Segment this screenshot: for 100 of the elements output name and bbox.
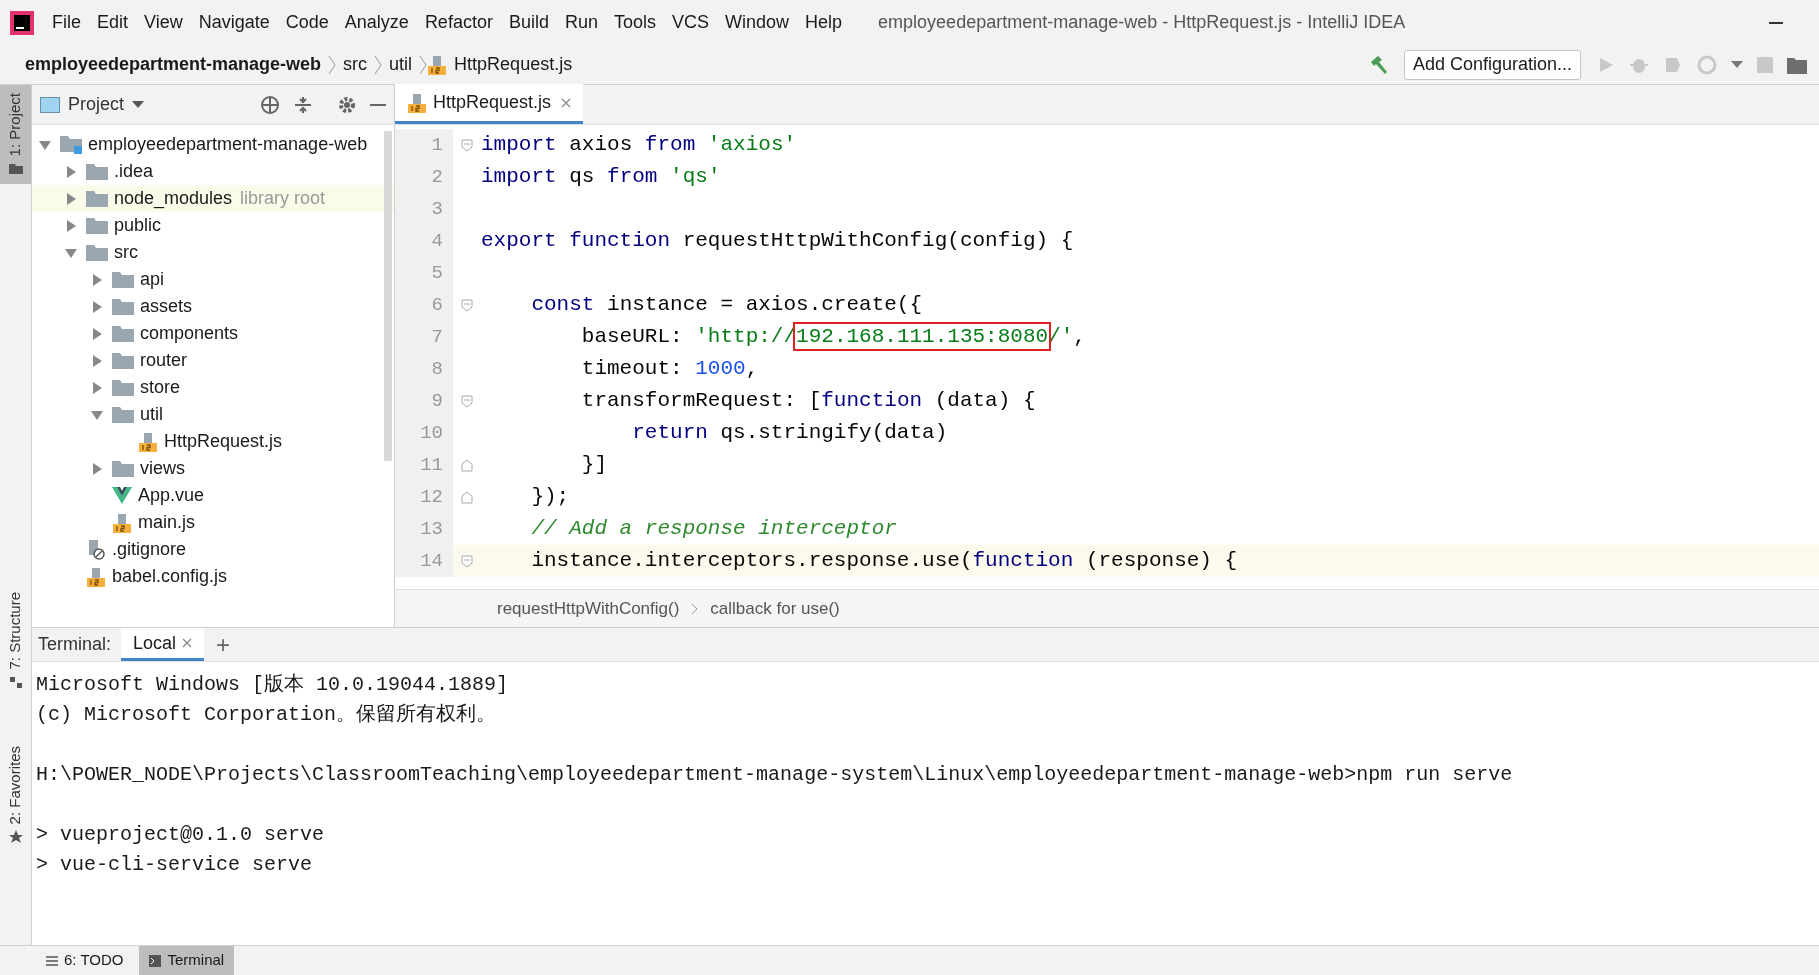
caret-icon[interactable] xyxy=(132,100,145,109)
code-row-text: import axios from 'axios' xyxy=(481,132,798,159)
crosshair-icon[interactable] xyxy=(260,94,280,115)
tree-item[interactable]: src xyxy=(114,239,138,266)
settings-icon[interactable] xyxy=(338,95,356,114)
menu-item[interactable]: VCS xyxy=(664,9,717,36)
menu-item[interactable]: Run xyxy=(556,9,606,36)
collapsed-arrow-icon[interactable] xyxy=(90,380,104,395)
collapsed-arrow-icon[interactable] xyxy=(90,326,104,341)
terminal-line: (c) Microsoft Corporation。保留所有权利。 xyxy=(36,702,498,728)
fold-end-icon[interactable] xyxy=(461,490,473,504)
add-configuration-button[interactable]: Add Configuration... xyxy=(1403,49,1581,80)
collapsed-arrow-icon[interactable] xyxy=(64,191,78,206)
line-number: 13 xyxy=(395,513,453,545)
line-number: 3 xyxy=(395,193,453,225)
line-number: 14 xyxy=(395,545,453,577)
minimize-icon[interactable] xyxy=(370,103,386,106)
folder-icon xyxy=(8,162,23,177)
highlight-box: 192.168.111.135:8080 xyxy=(796,325,1049,349)
fold-icon[interactable] xyxy=(461,298,473,312)
collapse-icon[interactable] xyxy=(294,95,312,114)
panel-title[interactable]: Project xyxy=(68,91,125,118)
editor-tab[interactable]: HttpRequest.js xyxy=(395,84,584,124)
code-row-text: transformRequest: [function (data) { xyxy=(580,388,1037,415)
breadcrumb[interactable]: util xyxy=(382,51,420,78)
folder-icon xyxy=(86,216,108,235)
menu-item[interactable]: Build xyxy=(500,9,557,36)
tree-item[interactable]: HttpRequest.js xyxy=(164,428,283,455)
collapsed-arrow-icon[interactable] xyxy=(90,272,104,287)
breadcrumb[interactable]: src xyxy=(336,51,375,78)
tree-item[interactable]: components xyxy=(140,320,239,347)
side-tab[interactable]: 2: Favorites xyxy=(0,737,31,853)
folder-icon xyxy=(112,405,134,424)
tree-item[interactable]: store xyxy=(140,374,181,401)
tree-item[interactable]: router xyxy=(140,347,188,374)
folder-icon xyxy=(112,270,134,289)
menu-item[interactable]: Navigate xyxy=(190,9,278,36)
code-row-text: }); xyxy=(530,484,571,511)
chevron-icon xyxy=(691,602,699,615)
menu-item[interactable]: Code xyxy=(277,9,337,36)
tree-item[interactable]: views xyxy=(140,455,185,482)
tree-item[interactable]: .gitignore xyxy=(112,536,187,563)
tree-item[interactable]: node_modules xyxy=(114,185,233,212)
collapsed-arrow-icon[interactable] xyxy=(90,461,104,476)
module-folder-icon xyxy=(60,135,82,154)
close-icon[interactable] xyxy=(182,638,193,648)
side-tab[interactable]: 7: Structure xyxy=(0,584,31,698)
collapsed-arrow-icon[interactable] xyxy=(90,299,104,314)
tree-item[interactable]: .idea xyxy=(114,158,154,185)
tree-item[interactable]: App.vue xyxy=(138,482,205,509)
fold-icon[interactable] xyxy=(461,394,473,408)
menu-item[interactable]: Window xyxy=(717,9,798,36)
code-row-text: import qs from 'qs' xyxy=(481,164,722,191)
add-tab-button[interactable]: + xyxy=(216,632,231,657)
folder-icon[interactable] xyxy=(1787,55,1807,74)
breadcrumb[interactable]: HttpRequest.js xyxy=(447,51,580,78)
code-row-text: export function requestHttpWithConfig(config) { xyxy=(481,228,1075,255)
folder-icon xyxy=(112,378,134,397)
collapsed-arrow-icon[interactable] xyxy=(90,353,104,368)
menu-item[interactable]: Help xyxy=(797,9,851,36)
tool-window-tab[interactable]: 6: TODO xyxy=(36,946,134,975)
folder-icon xyxy=(86,243,108,262)
code-row-text: // Add a response interceptor xyxy=(530,516,898,543)
side-tab[interactable]: 1: Project xyxy=(0,85,31,185)
fold-icon[interactable] xyxy=(461,554,473,568)
vue-file-icon xyxy=(112,486,132,505)
tree-item-note: library root xyxy=(240,187,326,210)
tool-window-tab[interactable]: Terminal xyxy=(139,946,235,975)
tree-item[interactable]: public xyxy=(114,212,162,239)
fold-end-icon[interactable] xyxy=(461,458,473,472)
menu-item[interactable]: View xyxy=(136,9,191,36)
menu-item[interactable]: Tools xyxy=(605,9,664,36)
tree-item[interactable]: util xyxy=(140,401,163,428)
line-number: 5 xyxy=(395,257,453,289)
fold-icon[interactable] xyxy=(461,138,473,152)
code-row-text: }] xyxy=(580,452,609,479)
tree-item[interactable]: api xyxy=(140,266,165,293)
scrollbar[interactable] xyxy=(384,131,392,461)
collapsed-arrow-icon[interactable] xyxy=(64,164,78,179)
terminal-label: Terminal: xyxy=(38,633,112,656)
code-row: instance.interceptors.response.use(function (response) { xyxy=(481,545,1819,577)
breadcrumb[interactable]: callback for use() xyxy=(698,595,852,622)
breadcrumb[interactable]: requestHttpWithConfig() xyxy=(485,595,692,622)
tree-item[interactable]: assets xyxy=(140,293,193,320)
menu-item[interactable]: File xyxy=(44,9,89,36)
breadcrumb[interactable]: employeedepartment-manage-web xyxy=(18,51,329,78)
line-number: 6 xyxy=(395,289,453,321)
tree-item[interactable]: babel.config.js xyxy=(112,563,228,590)
minimize-icon[interactable] xyxy=(1769,21,1783,24)
menu-item[interactable]: Refactor xyxy=(416,9,501,36)
menu-item[interactable]: Edit xyxy=(89,9,137,36)
tree-item[interactable]: employeedepartment-manage-web xyxy=(88,131,368,158)
menu-item[interactable]: Analyze xyxy=(336,9,417,36)
folder-icon xyxy=(112,324,134,343)
close-icon[interactable] xyxy=(561,97,572,108)
caret-icon[interactable] xyxy=(1731,60,1743,69)
tree-item[interactable]: main.js xyxy=(138,509,195,536)
collapsed-arrow-icon[interactable] xyxy=(64,218,78,233)
session-tab[interactable]: Local xyxy=(121,628,205,661)
js-file-icon xyxy=(427,54,448,75)
